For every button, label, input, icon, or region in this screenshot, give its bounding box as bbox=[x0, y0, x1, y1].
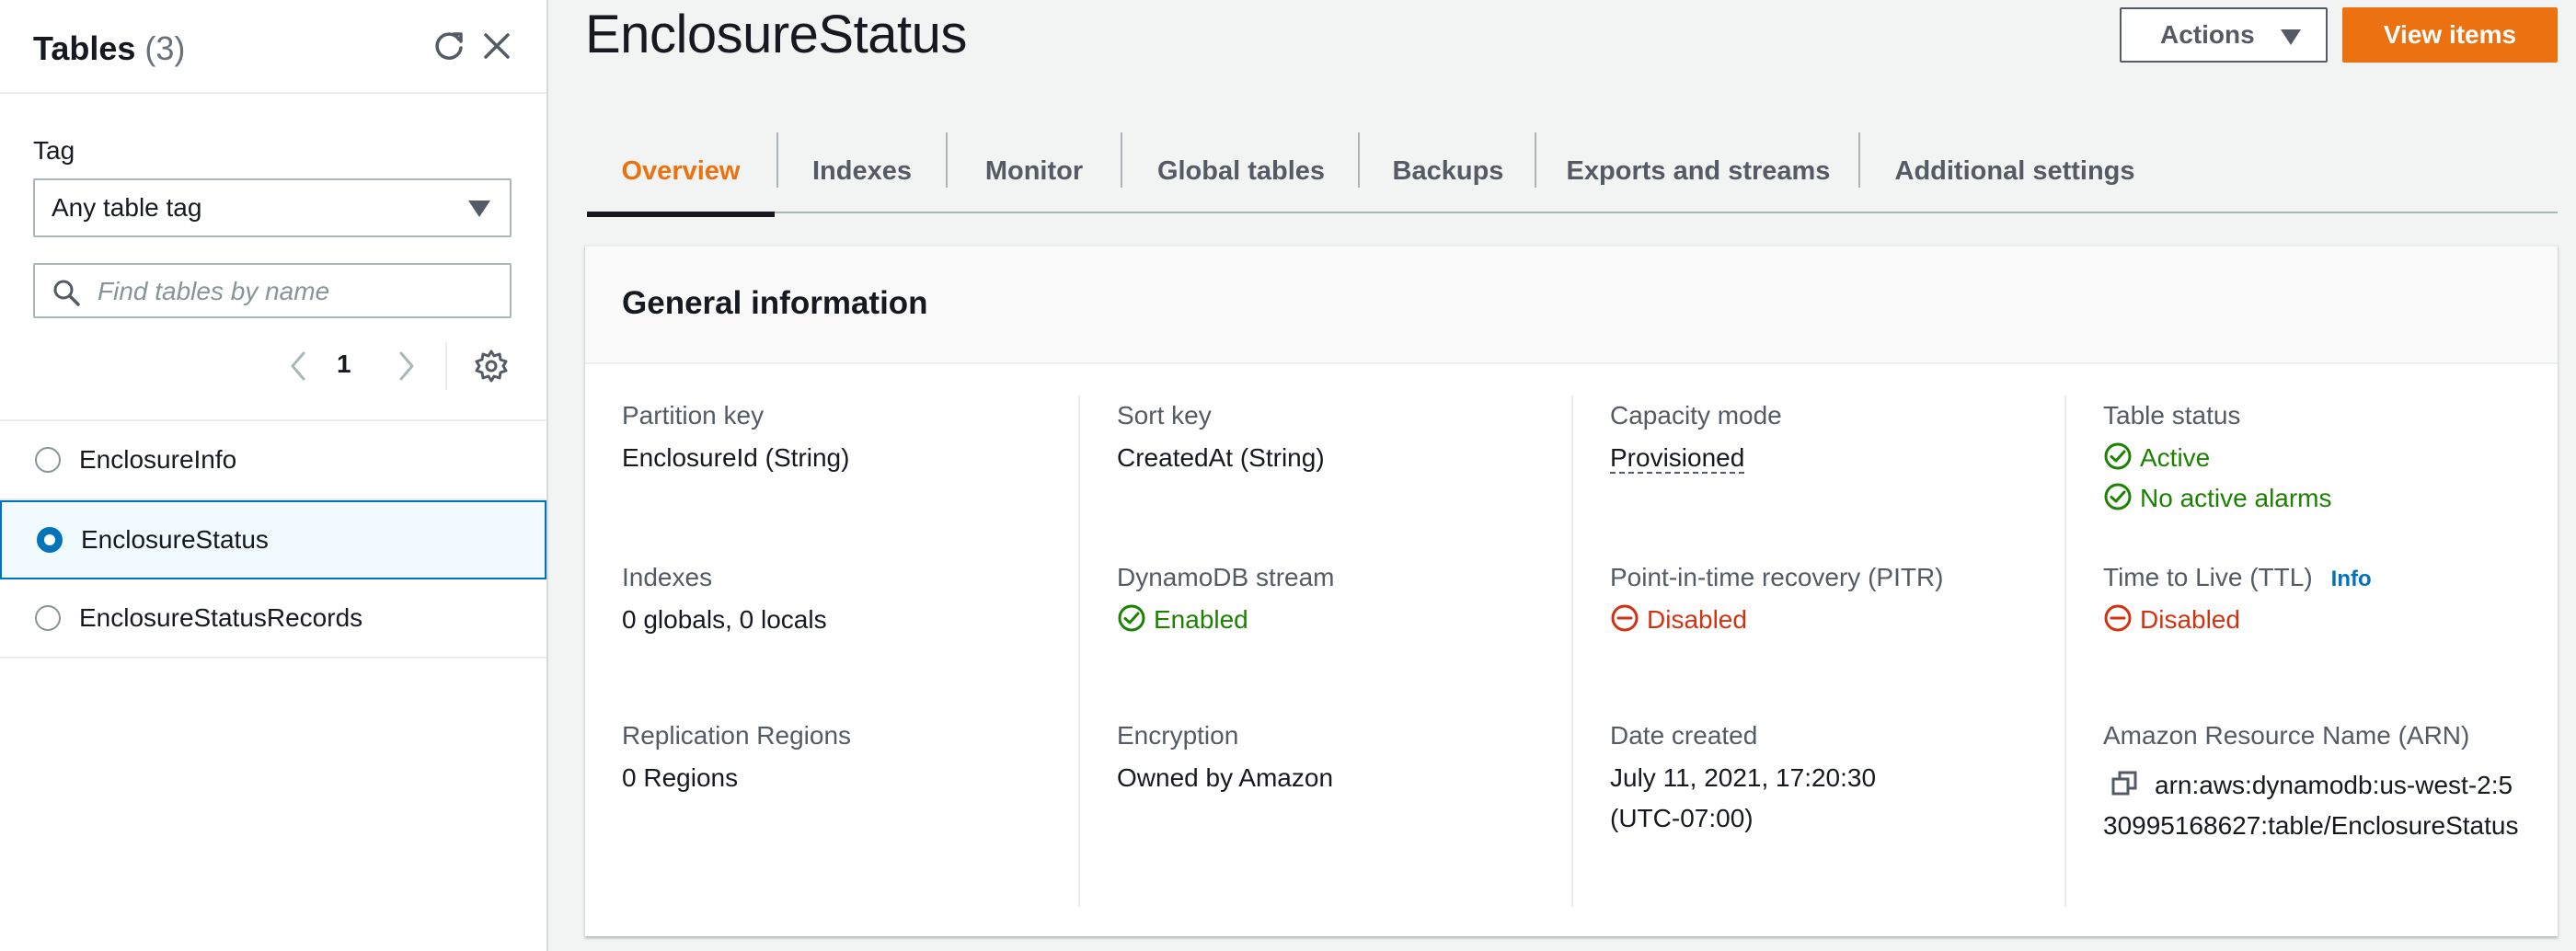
partition-key-label: Partition key bbox=[622, 401, 765, 430]
tab-monitor[interactable]: Monitor bbox=[948, 129, 1121, 213]
table-search-input[interactable] bbox=[98, 272, 493, 311]
partition-key-value: EnclosureId (String) bbox=[622, 443, 850, 472]
alarms-status-value: No active alarms bbox=[2103, 478, 2332, 519]
column-divider bbox=[1571, 395, 1573, 907]
panel-header: General information bbox=[585, 246, 2558, 364]
capacity-mode-text[interactable]: Provisioned bbox=[1610, 443, 1745, 474]
column-divider bbox=[1078, 395, 1080, 907]
encryption-label: Encryption bbox=[1117, 721, 1239, 750]
sidebar-title: Tables (3) bbox=[33, 29, 185, 68]
date-created-value-line2: (UTC-07:00) bbox=[1610, 804, 1754, 832]
pitr-status-text: Disabled bbox=[1647, 605, 1747, 634]
table-status-text: Active bbox=[2140, 443, 2211, 472]
search-icon bbox=[53, 280, 80, 306]
tag-filter-label: Tag bbox=[33, 136, 75, 165]
table-list-item[interactable]: EnclosureInfo bbox=[0, 421, 546, 500]
tab-overview[interactable]: Overview bbox=[587, 129, 775, 217]
tab-global-tables[interactable]: Global tables bbox=[1122, 129, 1360, 213]
sort-key-label: Sort key bbox=[1117, 401, 1212, 430]
replication-regions-value: 0 Regions bbox=[622, 763, 739, 792]
table-name: EnclosureStatusRecords bbox=[79, 603, 363, 632]
tab-indexes[interactable]: Indexes bbox=[778, 129, 946, 213]
caret-down-icon bbox=[2281, 29, 2301, 45]
capacity-mode-label: Capacity mode bbox=[1610, 401, 1782, 430]
tab-exports-and-streams[interactable]: Exports and streams bbox=[1536, 129, 1860, 213]
date-created-label: Date created bbox=[1610, 721, 1758, 750]
actions-label: Actions bbox=[2160, 20, 2255, 49]
dynamodb-stream-value: Enabled bbox=[1117, 600, 1248, 640]
pagination: 1 bbox=[0, 342, 546, 390]
ttl-status-text: Disabled bbox=[2140, 605, 2240, 634]
table-status-label: Table status bbox=[2103, 401, 2241, 430]
sidebar-header: Tables (3) bbox=[0, 0, 546, 94]
column-divider bbox=[2064, 395, 2066, 907]
ttl-label-text: Time to Live (TTL) bbox=[2103, 563, 2313, 591]
tab-bar: Overview Indexes Monitor Global tables B… bbox=[587, 129, 2558, 217]
radio-button[interactable] bbox=[35, 605, 61, 631]
arn-text: arn:aws:dynamodb:us-west-2:530995168627:… bbox=[2103, 771, 2519, 840]
actions-dropdown-button[interactable]: Actions bbox=[2120, 7, 2328, 63]
close-icon[interactable] bbox=[477, 26, 517, 66]
table-search-box[interactable] bbox=[33, 263, 512, 318]
refresh-icon[interactable] bbox=[429, 26, 469, 66]
tables-sidebar: Tables (3) Tag Any table tag 1 bbox=[0, 0, 548, 951]
sidebar-title-text: Tables bbox=[33, 29, 136, 67]
general-information-panel: General information Partition key Enclos… bbox=[585, 245, 2558, 936]
radio-button[interactable] bbox=[35, 447, 61, 473]
indexes-label: Indexes bbox=[622, 563, 713, 591]
sort-key-value: CreatedAt (String) bbox=[1117, 443, 1325, 472]
pitr-label: Point-in-time recovery (PITR) bbox=[1610, 563, 1944, 591]
tab-additional-settings[interactable]: Additional settings bbox=[1860, 129, 2169, 213]
date-created-value-line1: July 11, 2021, 17:20:30 bbox=[1610, 763, 1877, 792]
check-circle-icon bbox=[2104, 483, 2132, 510]
table-list: EnclosureInfo EnclosureStatus EnclosureS… bbox=[0, 421, 546, 659]
table-list-item[interactable]: EnclosureStatusRecords bbox=[0, 579, 546, 659]
dynamodb-stream-label: DynamoDB stream bbox=[1117, 563, 1335, 591]
ttl-info-link[interactable]: Info bbox=[2331, 567, 2372, 591]
indexes-value: 0 globals, 0 locals bbox=[622, 605, 827, 634]
tab-backups[interactable]: Backups bbox=[1360, 129, 1536, 213]
ttl-value: Disabled bbox=[2103, 600, 2240, 640]
panel-title: General information bbox=[622, 285, 928, 321]
table-name: EnclosureInfo bbox=[79, 445, 237, 474]
minus-circle-icon bbox=[1611, 604, 1639, 632]
minus-circle-icon bbox=[2104, 604, 2132, 632]
pitr-value: Disabled bbox=[1610, 600, 1747, 640]
chevron-right-icon[interactable] bbox=[392, 348, 420, 384]
view-items-button[interactable]: View items bbox=[2342, 7, 2558, 63]
table-list-item-selected[interactable]: EnclosureStatus bbox=[0, 500, 546, 579]
caret-down-icon bbox=[468, 201, 490, 217]
copy-icon[interactable] bbox=[2110, 770, 2138, 797]
stream-status-text: Enabled bbox=[1154, 605, 1248, 634]
encryption-value: Owned by Amazon bbox=[1117, 763, 1334, 792]
tag-filter-select[interactable]: Any table tag bbox=[33, 178, 512, 237]
tables-count: (3) bbox=[144, 29, 186, 67]
alarms-status-text: No active alarms bbox=[2140, 484, 2332, 512]
table-name: EnclosureStatus bbox=[81, 525, 269, 554]
arn-label: Amazon Resource Name (ARN) bbox=[2103, 721, 2470, 750]
arn-value: arn:aws:dynamodb:us-west-2:530995168627:… bbox=[2103, 765, 2526, 846]
check-circle-icon bbox=[2104, 442, 2132, 470]
table-status-value: Active bbox=[2103, 438, 2210, 478]
page-title: EnclosureStatus bbox=[585, 5, 967, 64]
pager-divider bbox=[445, 342, 447, 390]
capacity-mode-value[interactable]: Provisioned bbox=[1610, 438, 1745, 478]
page-number[interactable]: 1 bbox=[337, 349, 351, 379]
check-circle-icon bbox=[1118, 604, 1145, 632]
radio-button-selected[interactable] bbox=[37, 527, 63, 553]
ttl-label: Time to Live (TTL) Info bbox=[2103, 563, 2372, 592]
tag-filter-value: Any table tag bbox=[52, 193, 202, 222]
gear-icon[interactable] bbox=[473, 348, 510, 384]
replication-regions-label: Replication Regions bbox=[622, 721, 852, 750]
chevron-left-icon[interactable] bbox=[285, 348, 313, 384]
